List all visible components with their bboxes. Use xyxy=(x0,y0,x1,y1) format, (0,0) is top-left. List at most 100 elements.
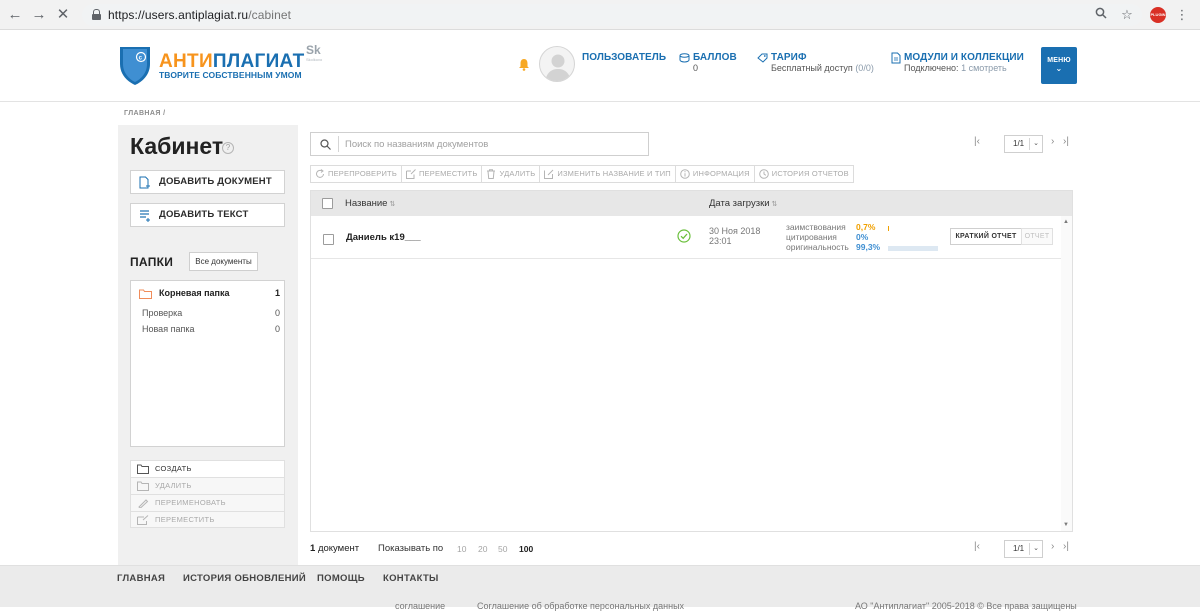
citation-label: цитирования xyxy=(786,232,837,242)
footer-link-home[interactable]: ГЛАВНАЯ xyxy=(117,573,165,584)
footer-agreement-link[interactable]: соглашение xyxy=(395,601,445,611)
page-title: Кабинет xyxy=(130,133,224,159)
move-folder-button[interactable]: ПЕРЕМЕСТИТЬ xyxy=(130,511,285,528)
recheck-button[interactable]: ПЕРЕПРОВЕРИТЬ xyxy=(310,165,401,183)
bell-icon[interactable] xyxy=(518,58,530,71)
chevron-down-icon: ⌄ xyxy=(1033,140,1039,147)
last-page-icon[interactable]: ›| xyxy=(1063,541,1069,552)
row-checkbox[interactable] xyxy=(323,234,334,245)
tariff-link[interactable]: ТАРИФ xyxy=(771,52,807,63)
modules-link[interactable]: МОДУЛИ И КОЛЛЕКЦИИ xyxy=(904,52,1024,63)
delete-button[interactable]: УДАЛИТЬ xyxy=(481,165,540,183)
user-link[interactable]: ПОЛЬЗОВАТЕЛЬ xyxy=(582,52,666,63)
check-circle-icon xyxy=(677,229,691,243)
bookmark-star-icon[interactable]: ☆ xyxy=(1117,5,1137,25)
back-arrow-icon[interactable]: ← xyxy=(5,5,25,25)
search-field[interactable] xyxy=(310,132,649,156)
address-bar[interactable]: https://users.antiplagiat.ru/cabinet xyxy=(82,4,1142,26)
move-icon xyxy=(405,169,416,179)
delete-folder-button[interactable]: УДАЛИТЬ xyxy=(130,477,285,494)
scroll-up-icon[interactable]: ▲ xyxy=(1063,219,1069,225)
report-history-button[interactable]: ИСТОРИЯ ОТЧЕТОВ xyxy=(753,165,854,183)
forward-arrow-icon[interactable]: → xyxy=(29,5,49,25)
bottom-pager: |‹ 1/1 ⌄ › ›| xyxy=(974,540,1074,558)
table-row[interactable]: Даниель к19___ 30 Ноя 2018 23:01 заимств… xyxy=(311,216,1061,259)
help-icon[interactable]: ? xyxy=(222,142,234,154)
move-button[interactable]: ПЕРЕМЕСТИТЬ xyxy=(400,165,482,183)
lock-icon xyxy=(92,9,101,20)
browser-toolbar: ← → ✕ https://users.antiplagiat.ru/cabin… xyxy=(0,0,1200,30)
scroll-down-icon[interactable]: ▼ xyxy=(1063,522,1069,528)
page-size-option[interactable]: 20 xyxy=(478,544,487,554)
documents-table: Название ⇅ Дата загрузки ⇅ Даниель к19___ … xyxy=(310,190,1073,532)
extension-icon[interactable]: PLUGIN xyxy=(1150,7,1166,23)
first-page-icon[interactable]: |‹ xyxy=(974,541,980,552)
modules-document-icon xyxy=(891,52,901,64)
upload-date: 30 Ноя 2018 23:01 xyxy=(709,226,761,246)
short-report-button[interactable]: КРАТКИЙ ОТЧЕТ xyxy=(950,228,1022,245)
next-page-icon[interactable]: › xyxy=(1051,136,1054,147)
edit-name-type-button[interactable]: ИЗМЕНИТЬ НАЗВАНИЕ И ТИП xyxy=(539,165,675,183)
stop-loading-icon[interactable]: ✕ xyxy=(53,5,73,25)
footer-link-updates[interactable]: ИСТОРИЯ ОБНОВЛЕНИЙ xyxy=(183,573,306,584)
footer-link-help[interactable]: ПОМОЩЬ xyxy=(317,573,365,584)
borrow-bar xyxy=(888,226,889,231)
info-icon xyxy=(680,169,690,179)
zoom-icon[interactable] xyxy=(1091,5,1111,25)
all-documents-button[interactable]: Все документы xyxy=(189,252,258,271)
folder-item-check[interactable]: Проверка 0 xyxy=(131,306,284,322)
search-icon[interactable] xyxy=(320,139,331,150)
table-scrollbar[interactable]: ▲ ▼ xyxy=(1061,216,1072,531)
report-button[interactable]: ОТЧЕТ xyxy=(1021,228,1053,245)
tariff-value: Бесплатный доступ (0/0) xyxy=(771,63,874,73)
history-icon xyxy=(758,169,769,179)
add-text-icon xyxy=(140,210,150,222)
menu-button[interactable]: МЕНЮ ⌄ xyxy=(1041,47,1077,84)
table-header: Название ⇅ Дата загрузки ⇅ xyxy=(311,191,1072,216)
breadcrumb[interactable]: ГЛАВНАЯ / xyxy=(124,110,165,117)
url-text: https://users.antiplagiat.ru/cabinet xyxy=(108,8,292,22)
footer-link-contacts[interactable]: КОНТАКТЫ xyxy=(383,573,439,584)
create-folder-button[interactable]: СОЗДАТЬ xyxy=(130,460,285,477)
edit-icon xyxy=(544,169,554,179)
chevron-down-icon: ⌄ xyxy=(1055,64,1063,73)
avatar[interactable] xyxy=(539,46,575,82)
borrow-label: заимствования xyxy=(786,222,846,232)
page-size-option[interactable]: 10 xyxy=(457,544,466,554)
add-document-icon xyxy=(139,176,150,189)
folder-list: Корневая папка 1 Проверка 0 Новая папка … xyxy=(130,280,285,447)
originality-bar xyxy=(888,246,938,251)
select-all-checkbox[interactable] xyxy=(322,198,333,209)
document-toolbar: ПЕРЕПРОВЕРИТЬ ПЕРЕМЕСТИТЬ УДАЛИТЬ ИЗМЕНИ… xyxy=(310,165,854,183)
points-link[interactable]: БАЛЛОВ xyxy=(693,52,737,63)
column-name-header[interactable]: Название ⇅ xyxy=(345,198,395,209)
footer-personal-data-link[interactable]: Соглашение об обработке персональных дан… xyxy=(477,601,684,611)
first-page-icon[interactable]: |‹ xyxy=(974,136,980,147)
folder-item-root[interactable]: Корневая папка 1 xyxy=(131,286,284,302)
next-page-icon[interactable]: › xyxy=(1051,541,1054,552)
rename-folder-button[interactable]: ПЕРЕИМЕНОВАТЬ xyxy=(130,494,285,511)
add-text-button[interactable]: ДОБАВИТЬ ТЕКСТ xyxy=(130,203,285,227)
table-footer: 1 документ Показывать по 10 20 50 100 |‹… xyxy=(310,540,1073,558)
borrow-value: 0,7% xyxy=(856,222,876,232)
page-size-option-selected[interactable]: 100 xyxy=(519,544,533,554)
pencil-icon xyxy=(138,499,149,508)
site-footer: ГЛАВНАЯ ИСТОРИЯ ОБНОВЛЕНИЙ ПОМОЩЬ КОНТАК… xyxy=(0,565,1200,611)
move-icon xyxy=(137,515,149,525)
page-select[interactable]: 1/1 ⌄ xyxy=(1004,540,1043,558)
page-select[interactable]: 1/1 ⌄ xyxy=(1004,135,1043,153)
tag-icon xyxy=(757,53,768,63)
column-date-header[interactable]: Дата загрузки ⇅ xyxy=(709,198,777,209)
last-page-icon[interactable]: ›| xyxy=(1063,136,1069,147)
search-input[interactable] xyxy=(345,136,640,152)
antiplagiat-shield-icon[interactable]: c xyxy=(118,44,152,86)
document-count: 1 документ xyxy=(310,543,360,554)
sort-icon: ⇅ xyxy=(389,201,396,208)
folder-item-new[interactable]: Новая папка 0 xyxy=(131,322,284,338)
add-document-button[interactable]: ДОБАВИТЬ ДОКУМЕНТ xyxy=(130,170,285,194)
browser-menu-icon[interactable]: ⋮ xyxy=(1172,5,1192,25)
page-size-option[interactable]: 50 xyxy=(498,544,507,554)
points-value: 0 xyxy=(693,63,699,73)
document-name[interactable]: Даниель к19___ xyxy=(346,232,421,243)
info-button[interactable]: ИНФОРМАЦИЯ xyxy=(674,165,754,183)
